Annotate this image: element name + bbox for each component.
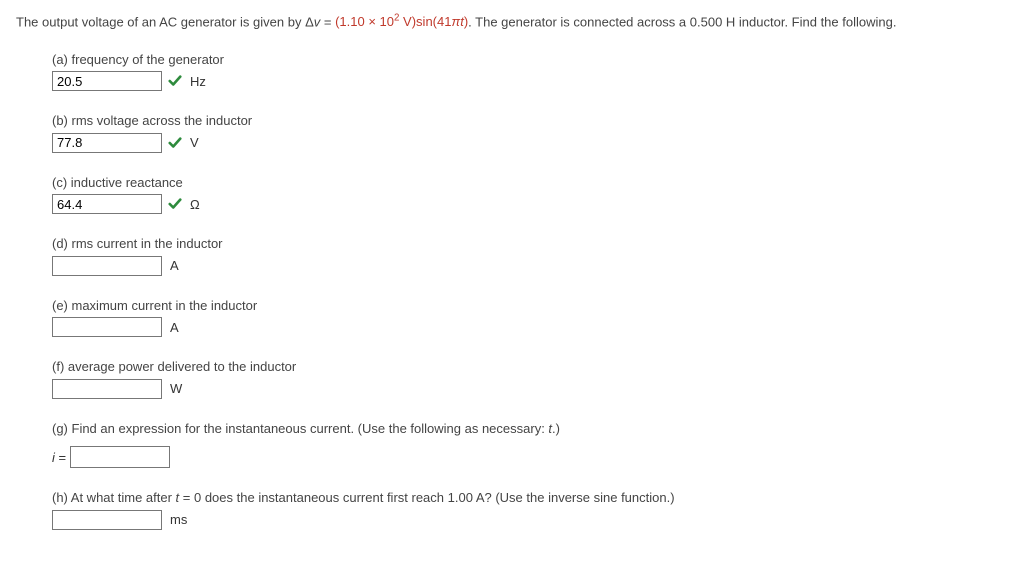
part-d: (d) rms current in the inductor A [52, 234, 1015, 276]
part-b-label: (b) rms voltage across the inductor [52, 111, 1015, 131]
part-b: (b) rms voltage across the inductor V [52, 111, 1015, 153]
part-b-input[interactable] [52, 133, 162, 153]
check-icon [168, 136, 182, 150]
part-g-prefix: i = [52, 448, 66, 468]
part-a-label: (a) frequency of the generator [52, 50, 1015, 70]
part-d-row: A [52, 256, 1015, 276]
part-d-unit: A [170, 256, 179, 276]
problem-highlight: (1.10 × 102 V)sin(41πt) [335, 14, 468, 29]
part-c-input[interactable] [52, 194, 162, 214]
part-c: (c) inductive reactance Ω [52, 173, 1015, 215]
part-h-label-pre: (h) At what time after [52, 490, 176, 505]
problem-eq: = [320, 14, 335, 29]
part-e-label: (e) maximum current in the inductor [52, 296, 1015, 316]
part-g-prefix-eq: = [55, 450, 66, 465]
part-f: (f) average power delivered to the induc… [52, 357, 1015, 399]
part-a-input[interactable] [52, 71, 162, 91]
part-c-row: Ω [52, 194, 1015, 214]
part-h-label: (h) At what time after t = 0 does the in… [52, 488, 1015, 508]
problem-suffix: . The generator is connected across a 0.… [468, 14, 896, 29]
part-f-input[interactable] [52, 379, 162, 399]
part-h-row: ms [52, 510, 1015, 530]
part-b-unit: V [190, 133, 199, 153]
part-h-label-mid: = 0 does the instantaneous current first… [179, 490, 674, 505]
part-f-row: W [52, 379, 1015, 399]
check-icon [168, 197, 182, 211]
part-e-unit: A [170, 318, 179, 338]
part-b-row: V [52, 133, 1015, 153]
part-a-unit: Hz [190, 72, 206, 92]
part-h-input[interactable] [52, 510, 162, 530]
part-g: (g) Find an expression for the instantan… [52, 419, 1015, 439]
part-h: (h) At what time after t = 0 does the in… [52, 488, 1015, 530]
part-a-row: Hz [52, 71, 1015, 91]
part-c-label: (c) inductive reactance [52, 173, 1015, 193]
part-c-unit: Ω [190, 195, 200, 215]
check-icon [168, 74, 182, 88]
part-g-label-post: .) [552, 421, 560, 436]
problem-prefix: The output voltage of an AC generator is… [16, 14, 314, 29]
part-g-label-pre: (g) Find an expression for the instantan… [52, 421, 548, 436]
part-a: (a) frequency of the generator Hz [52, 50, 1015, 92]
part-g-row: i = [52, 446, 1015, 468]
part-e: (e) maximum current in the inductor A [52, 296, 1015, 338]
part-f-label: (f) average power delivered to the induc… [52, 357, 1015, 377]
problem-statement: The output voltage of an AC generator is… [16, 12, 1015, 32]
part-f-unit: W [170, 379, 182, 399]
part-d-label: (d) rms current in the inductor [52, 234, 1015, 254]
hl-pi: π [451, 14, 460, 29]
part-g-input[interactable] [70, 446, 170, 468]
part-e-input[interactable] [52, 317, 162, 337]
hl-mid: V)sin(41 [399, 14, 451, 29]
hl-open: (1.10 × 10 [335, 14, 394, 29]
part-h-unit: ms [170, 510, 187, 530]
part-d-input[interactable] [52, 256, 162, 276]
part-e-row: A [52, 317, 1015, 337]
part-g-label: (g) Find an expression for the instantan… [52, 419, 1015, 439]
